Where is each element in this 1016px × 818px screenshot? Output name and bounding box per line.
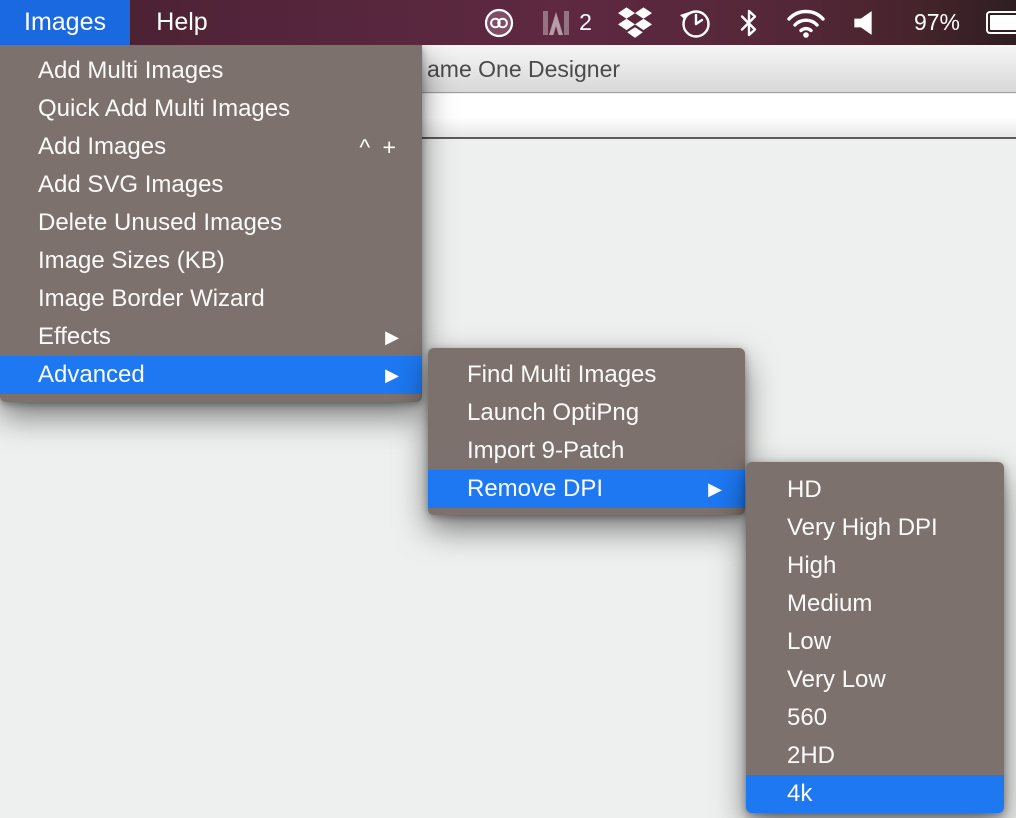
menu-item-effects[interactable]: Effects ▶ bbox=[0, 318, 422, 356]
images-menu: Add Multi Images Quick Add Multi Images … bbox=[0, 45, 422, 402]
menu-item-advanced[interactable]: Advanced ▶ bbox=[0, 356, 422, 394]
menu-item-label: High bbox=[787, 547, 981, 585]
dropbox-icon[interactable] bbox=[618, 7, 652, 39]
menu-item-label: Add Multi Images bbox=[38, 52, 399, 90]
menu-item-2hd[interactable]: 2HD bbox=[746, 737, 1004, 775]
menu-item-low[interactable]: Low bbox=[746, 623, 1004, 661]
menu-item-label: Effects bbox=[38, 318, 385, 356]
keyboard-shortcut: ^ + bbox=[359, 128, 399, 166]
adobe-badge-count: 2 bbox=[579, 9, 592, 36]
bluetooth-icon[interactable] bbox=[738, 7, 760, 39]
creative-cloud-icon[interactable] bbox=[484, 8, 514, 38]
menu-item-label: 560 bbox=[787, 699, 981, 737]
menu-item-label: 4k bbox=[787, 775, 981, 813]
menu-item-launch-optipng[interactable]: Launch OptiPng bbox=[428, 394, 745, 432]
battery-icon[interactable] bbox=[986, 11, 1016, 34]
adobe-app-status[interactable]: 2 bbox=[540, 8, 592, 38]
screen: ame One Designer Images Help bbox=[0, 0, 1016, 818]
menu-item-label: Import 9-Patch bbox=[467, 432, 722, 470]
menubar-item-images[interactable]: Images bbox=[0, 0, 130, 45]
menubar-item-help[interactable]: Help bbox=[130, 0, 234, 45]
menu-item-560[interactable]: 560 bbox=[746, 699, 1004, 737]
menu-item-label: Delete Unused Images bbox=[38, 204, 399, 242]
menu-item-image-border-wizard[interactable]: Image Border Wizard bbox=[0, 280, 422, 318]
menu-item-label: Low bbox=[787, 623, 981, 661]
menu-item-label: Add SVG Images bbox=[38, 166, 399, 204]
submenu-arrow-icon: ▶ bbox=[385, 318, 399, 356]
menu-item-label: Image Sizes (KB) bbox=[38, 242, 399, 280]
menu-item-label: Very High DPI bbox=[787, 509, 981, 547]
window-title: ame One Designer bbox=[427, 45, 620, 93]
menu-item-label: Add Images bbox=[38, 128, 359, 166]
advanced-submenu: Find Multi Images Launch OptiPng Import … bbox=[428, 348, 745, 515]
battery-percent-label: 97% bbox=[914, 9, 960, 36]
menu-item-very-low[interactable]: Very Low bbox=[746, 661, 1004, 699]
menu-item-hd[interactable]: HD bbox=[746, 471, 1004, 509]
menu-item-label: Find Multi Images bbox=[467, 356, 722, 394]
menu-item-label: Very Low bbox=[787, 661, 981, 699]
menu-item-add-images[interactable]: Add Images ^ + bbox=[0, 128, 422, 166]
menu-item-delete-unused-images[interactable]: Delete Unused Images bbox=[0, 204, 422, 242]
menu-item-label: Launch OptiPng bbox=[467, 394, 722, 432]
menu-item-label: Medium bbox=[787, 585, 981, 623]
wifi-icon[interactable] bbox=[786, 7, 826, 38]
submenu-arrow-icon: ▶ bbox=[385, 356, 399, 394]
menu-item-image-sizes-kb[interactable]: Image Sizes (KB) bbox=[0, 242, 422, 280]
menu-item-import-9-patch[interactable]: Import 9-Patch bbox=[428, 432, 745, 470]
menu-item-label: Remove DPI bbox=[467, 470, 708, 508]
menu-bar: Images Help 2 bbox=[0, 0, 1016, 45]
menu-item-4k[interactable]: 4k bbox=[746, 775, 1004, 813]
volume-icon[interactable] bbox=[852, 10, 874, 36]
menu-item-add-multi-images[interactable]: Add Multi Images bbox=[0, 52, 422, 90]
menu-item-medium[interactable]: Medium bbox=[746, 585, 1004, 623]
menu-item-add-svg-images[interactable]: Add SVG Images bbox=[0, 166, 422, 204]
status-icons: 2 bbox=[484, 0, 1016, 45]
time-machine-icon[interactable] bbox=[678, 6, 712, 40]
submenu-arrow-icon: ▶ bbox=[708, 470, 722, 508]
menu-item-label: 2HD bbox=[787, 737, 981, 775]
menu-item-label: Image Border Wizard bbox=[38, 280, 399, 318]
remove-dpi-submenu: HD Very High DPI High Medium Low Very Lo… bbox=[746, 462, 1004, 813]
battery-fill-level bbox=[990, 15, 1016, 30]
menu-item-remove-dpi[interactable]: Remove DPI ▶ bbox=[428, 470, 745, 508]
menu-item-find-multi-images[interactable]: Find Multi Images bbox=[428, 356, 745, 394]
menu-item-label: Advanced bbox=[38, 356, 385, 394]
menu-item-very-high-dpi[interactable]: Very High DPI bbox=[746, 509, 1004, 547]
menu-item-high[interactable]: High bbox=[746, 547, 1004, 585]
menu-item-quick-add-multi-images[interactable]: Quick Add Multi Images bbox=[0, 90, 422, 128]
menu-item-label: HD bbox=[787, 471, 981, 509]
menu-item-label: Quick Add Multi Images bbox=[38, 90, 399, 128]
adobe-a-icon bbox=[540, 8, 572, 38]
